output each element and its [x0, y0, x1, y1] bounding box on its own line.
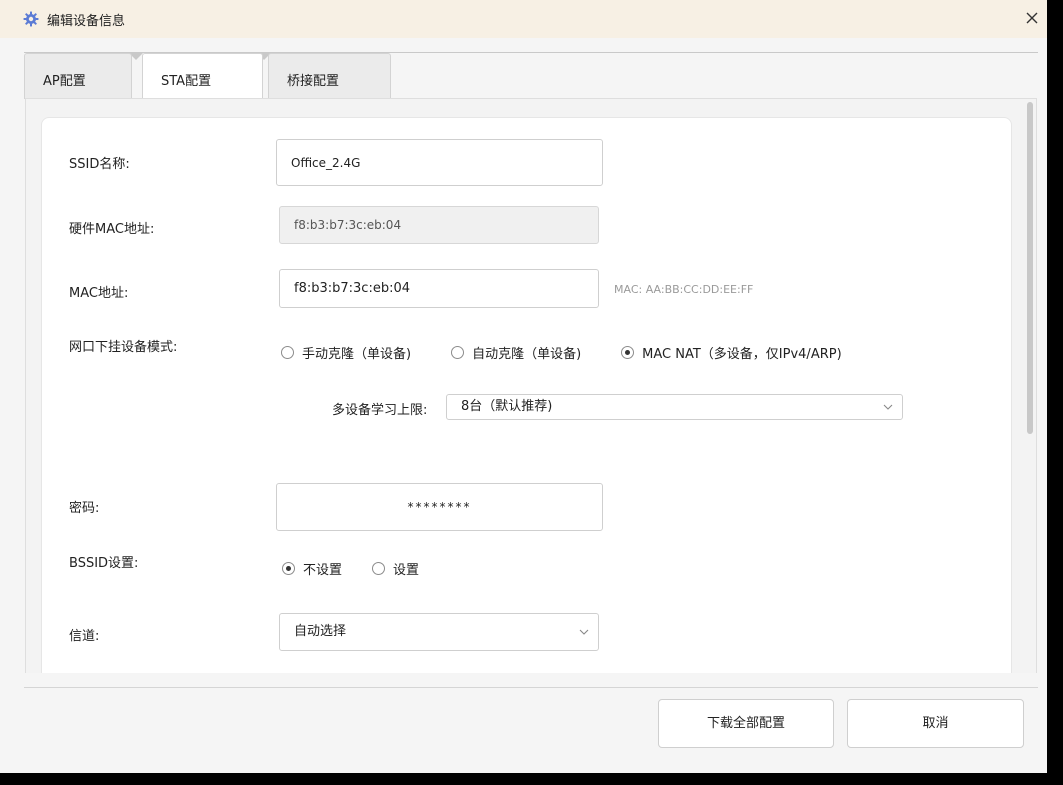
mac-input[interactable] — [279, 269, 599, 308]
learn-limit-label: 多设备学习上限: — [332, 403, 428, 418]
hardware-mac-field — [279, 206, 599, 244]
attached-device-mode-label: 网口下挂设备模式: — [69, 340, 178, 355]
download-all-config-button[interactable]: 下载全部配置 — [658, 699, 834, 748]
button-label: 取消 — [922, 716, 949, 731]
radio-button-checked-icon — [621, 346, 635, 359]
bssid-label: BSSID设置: — [69, 556, 139, 571]
bssid-set-radio[interactable]: 设置 — [372, 559, 419, 578]
button-label: 下载全部配置 — [706, 716, 785, 731]
radio-label: 设置 — [393, 563, 420, 578]
select-value: 自动选择 — [294, 624, 347, 639]
footer-divider — [24, 687, 1038, 688]
radio-button-icon — [372, 562, 386, 575]
hardware-mac-label: 硬件MAC地址: — [69, 222, 155, 237]
select-value: 8台（默认推荐) — [461, 399, 553, 414]
radio-button-icon — [281, 346, 294, 359]
password-mask: ******** — [407, 500, 472, 514]
password-input[interactable]: ******** — [276, 483, 603, 531]
mode-mac-nat-radio[interactable]: MAC NAT（多设备，仅IPv4/ARP) — [621, 343, 842, 362]
content-viewport: SSID名称: 硬件MAC地址: MAC地址: MAC: AA:BB:CC:DD… — [0, 0, 1047, 673]
password-label: 密码: — [69, 501, 100, 516]
radio-label: 自动克隆（单设备) — [472, 347, 582, 362]
radio-label: MAC NAT（多设备，仅IPv4/ARP) — [642, 347, 842, 362]
radio-label: 不设置 — [303, 563, 343, 578]
radio-label: 手动克隆（单设备) — [302, 347, 412, 362]
edit-device-dialog: 编辑设备信息 AP配置 STA配置 桥接配置 SSID名称: 硬件MAC地址: … — [0, 0, 1047, 773]
mac-label: MAC地址: — [69, 286, 129, 301]
mac-format-hint: MAC: AA:BB:CC:DD:EE:FF — [614, 283, 754, 296]
bssid-group: 不设置 设置 — [282, 559, 445, 578]
chevron-down-icon — [883, 404, 893, 410]
channel-select[interactable]: 自动选择 — [279, 613, 599, 651]
ssid-label: SSID名称: — [69, 157, 130, 172]
mode-auto-clone-radio[interactable]: 自动克隆（单设备) — [451, 343, 581, 362]
radio-button-icon — [451, 346, 465, 359]
scrollbar-thumb[interactable] — [1027, 102, 1033, 434]
chevron-down-icon — [579, 629, 589, 635]
attached-device-mode-group: 手动克隆（单设备) 自动克隆（单设备) MAC NAT（多设备，仅IPv4/AR… — [281, 343, 868, 362]
learn-limit-select[interactable]: 8台（默认推荐) — [446, 394, 903, 420]
ssid-input[interactable] — [276, 139, 603, 186]
radio-button-checked-icon — [282, 562, 295, 575]
channel-label: 信道: — [69, 629, 100, 644]
mode-manual-clone-radio[interactable]: 手动克隆（单设备) — [281, 343, 411, 362]
bssid-not-set-radio[interactable]: 不设置 — [282, 559, 342, 578]
cancel-button[interactable]: 取消 — [847, 699, 1024, 748]
